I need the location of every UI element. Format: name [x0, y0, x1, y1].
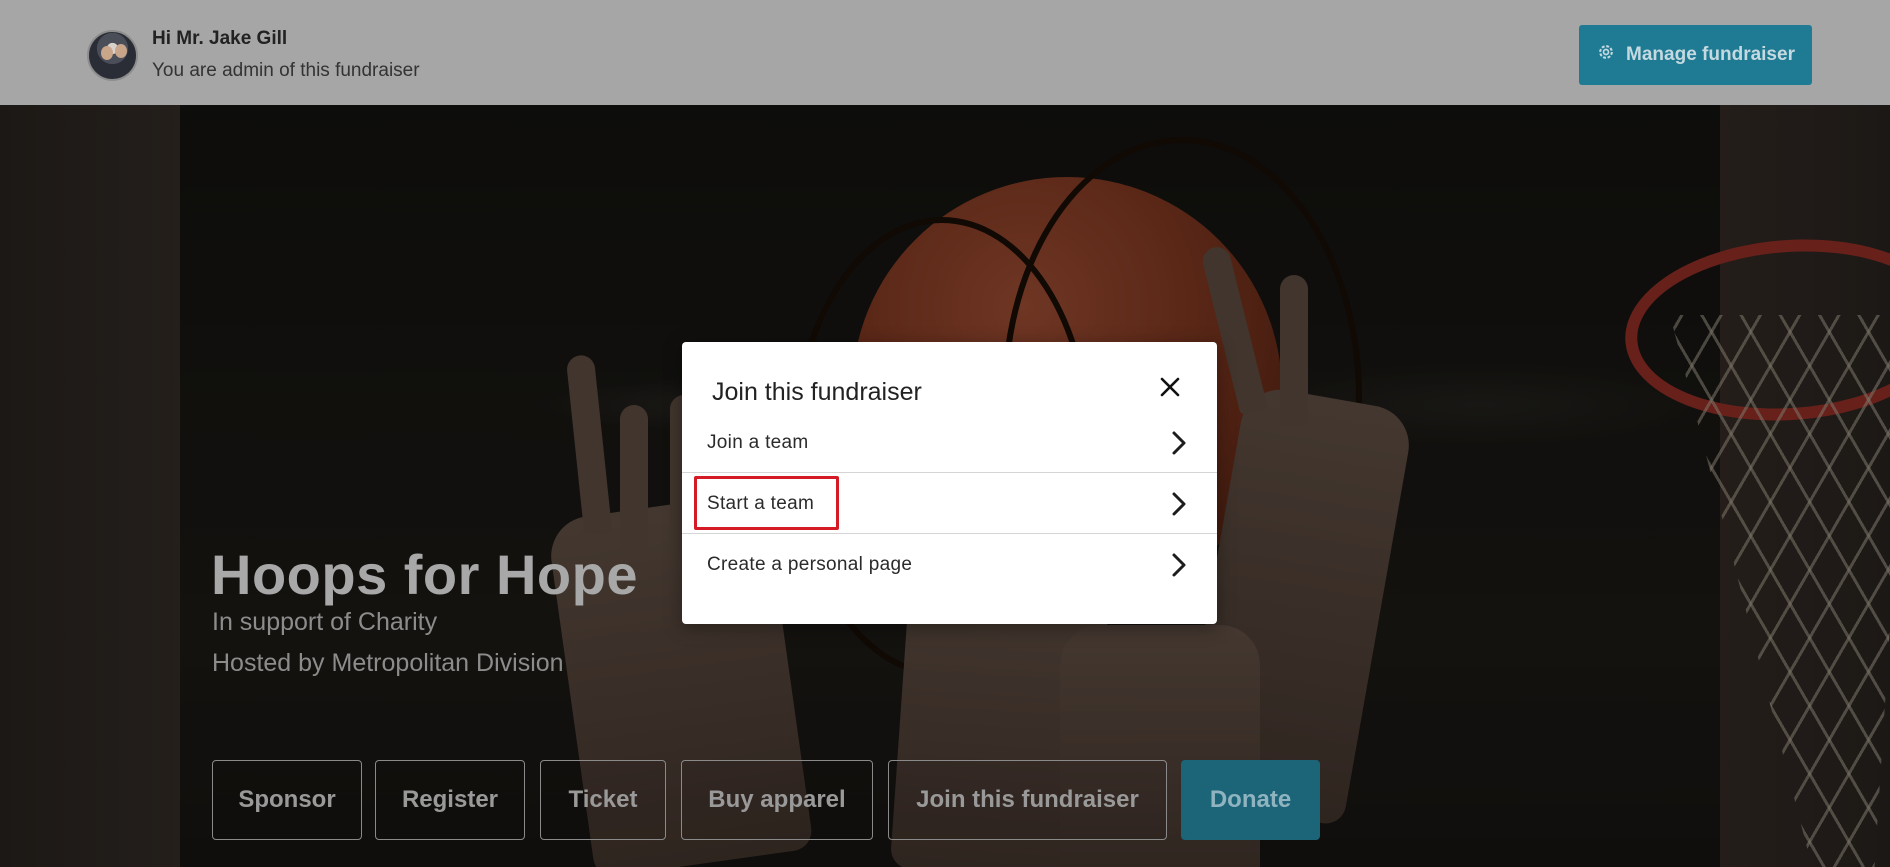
- start-a-team-option[interactable]: Start a team: [682, 473, 1217, 534]
- create-personal-page-label: Create a personal page: [707, 553, 913, 575]
- manage-fundraiser-button[interactable]: Manage fundraiser: [1579, 25, 1812, 85]
- close-icon[interactable]: [1155, 372, 1185, 402]
- chevron-right-icon: [1170, 552, 1188, 578]
- create-personal-page-option[interactable]: Create a personal page: [682, 534, 1217, 595]
- join-a-team-label: Join a team: [707, 431, 809, 453]
- avatar-face: [115, 44, 127, 58]
- gear-icon: [1596, 42, 1616, 68]
- manage-fundraiser-label: Manage fundraiser: [1626, 44, 1795, 65]
- modal-title: Join this fundraiser: [712, 378, 922, 406]
- register-button[interactable]: Register: [375, 760, 525, 840]
- avatar[interactable]: [87, 30, 138, 81]
- fundraiser-title: Hoops for Hope: [211, 543, 638, 606]
- join-fundraiser-modal: Join this fundraiser Join a team Start a…: [682, 342, 1217, 624]
- join-fundraiser-button[interactable]: Join this fundraiser: [888, 760, 1167, 840]
- sponsor-button[interactable]: Sponsor: [212, 760, 362, 840]
- chevron-right-icon: [1170, 491, 1188, 517]
- greeting-name: Hi Mr. Jake Gill: [152, 28, 288, 49]
- chevron-right-icon: [1170, 430, 1188, 456]
- buy-apparel-button[interactable]: Buy apparel: [681, 760, 873, 840]
- top-bar: Hi Mr. Jake Gill You are admin of this f…: [0, 0, 1890, 105]
- join-a-team-option[interactable]: Join a team: [682, 412, 1217, 473]
- host-text: Hosted by Metropolitan Division: [212, 649, 564, 677]
- support-text: In support of Charity: [212, 608, 438, 636]
- start-a-team-label: Start a team: [707, 492, 815, 514]
- admin-notice: You are admin of this fundraiser: [152, 60, 420, 81]
- ticket-button[interactable]: Ticket: [540, 760, 666, 840]
- donate-button[interactable]: Donate: [1181, 760, 1320, 840]
- avatar-face: [101, 46, 113, 60]
